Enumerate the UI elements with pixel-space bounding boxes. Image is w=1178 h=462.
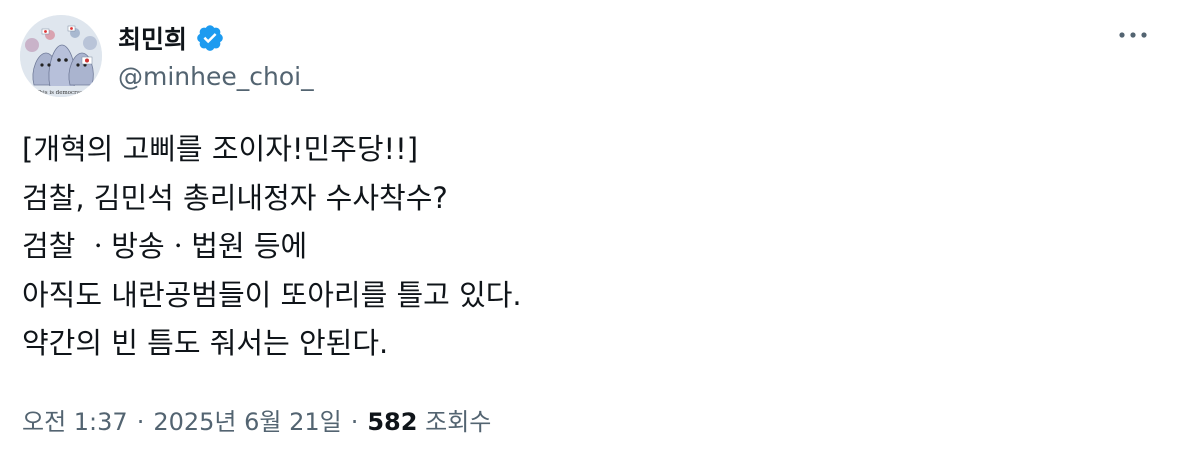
meta-separator: · xyxy=(350,408,359,436)
avatar-image: This is democracy xyxy=(20,15,102,97)
meta-separator: · xyxy=(136,408,145,436)
tweet-text: [개혁의 고삐를 조이자!민주당!!] 검찰, 김민석 총리내정자 수사착수? … xyxy=(22,125,1152,368)
tweet-text-line: 아직도 내란공범들이 또아리를 틀고 있다. xyxy=(22,277,522,312)
tweet-card: This is democracy 최민희 @minhee_choi_ [개혁의… xyxy=(0,0,1178,462)
tweet-text-line: 약간의 빈 틈도 줘서는 안된다. xyxy=(22,326,389,360)
verified-badge-icon[interactable] xyxy=(195,23,225,53)
tweet-time[interactable]: 오전 1:37 xyxy=(22,402,128,437)
tweet-text-line: [개혁의 고삐를 조이자!민주당!!] xyxy=(22,132,419,166)
author-display-name[interactable]: 최민희 xyxy=(118,20,187,56)
more-horizontal-icon xyxy=(1119,32,1147,38)
tweet-date[interactable]: 2025년 6월 21일 xyxy=(153,402,341,437)
more-options-button[interactable] xyxy=(1113,20,1153,50)
tweet-text-line: 검찰, 김민석 총리내정자 수사착수? xyxy=(22,180,448,215)
tweet-meta: 오전 1:37 · 2025년 6월 21일 · 582 조회수 xyxy=(22,402,491,437)
views-count: 582 xyxy=(367,408,418,436)
author-avatar[interactable]: This is democracy xyxy=(20,15,102,97)
tweet-text-line: 검찰 ㆍ방송ㆍ법원 등에 xyxy=(22,229,308,263)
avatar-caption: This is democracy xyxy=(36,90,87,96)
author-name-row: 최민희 xyxy=(118,18,225,58)
author-handle[interactable]: @minhee_choi_ xyxy=(118,62,314,91)
views-label: 조회수 xyxy=(425,408,492,436)
